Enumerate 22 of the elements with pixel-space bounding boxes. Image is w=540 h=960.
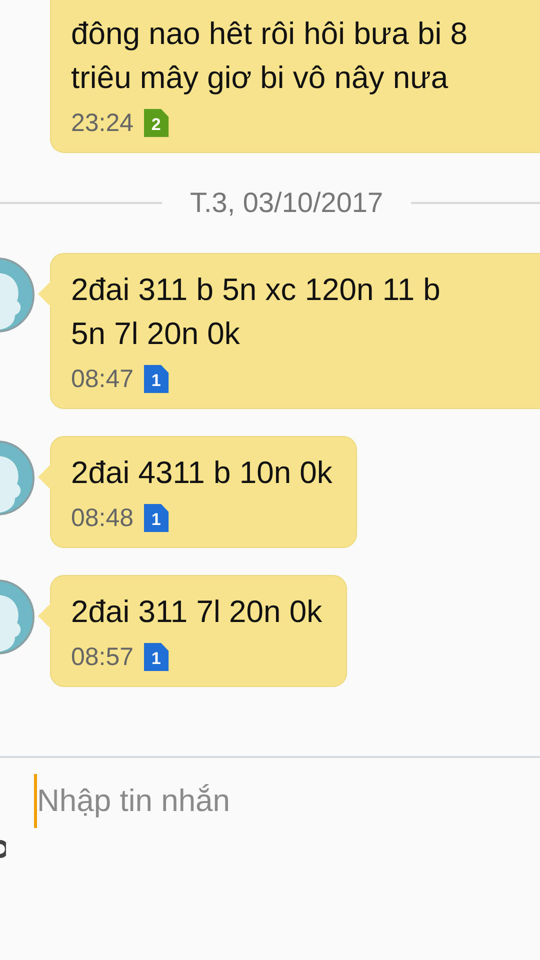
text-cursor	[34, 774, 37, 828]
bubble-tail	[38, 281, 51, 307]
message-bubble[interactable]: 2đai 311 b 5n xc 120n 11 b 5n 7l 20n 0k 08:47 1	[50, 253, 540, 409]
sim-card-icon: 2	[144, 109, 169, 137]
sim-card-icon: 1	[144, 643, 169, 671]
message-bubble[interactable]: 2đai 4311 b 10n 0k 08:48 1	[50, 436, 358, 548]
message-time: 23:24	[71, 108, 134, 138]
message-time: 08:57	[71, 642, 134, 672]
message-bubble[interactable]: đông nao hêt rôi hôi bưa bi 8 triêu mây giơ bi vô nây nưa 23:24 2	[50, 0, 540, 153]
message-text: 2đai 311 b 5n xc 120n 11 b 5n 7l 20n 0k	[71, 271, 442, 353]
message-time: 08:47	[71, 364, 134, 394]
message-time: 08:48	[71, 503, 134, 533]
message-text: đông nao hêt rôi hôi bưa bi 8 triêu mây giơ bi vô nây nưa	[71, 15, 468, 97]
bubble-tail	[38, 464, 51, 490]
message-text: 2đai 311 7l 20n 0k	[71, 593, 322, 631]
message-input[interactable]: Nhập tin nhắn	[37, 774, 437, 828]
bubble-tail	[38, 603, 51, 629]
date-divider: T.3, 03/10/2017	[189, 186, 384, 220]
message-bubble[interactable]: 2đai 311 7l 20n 0k 08:57 1	[50, 575, 348, 687]
sim-card-icon: 1	[144, 365, 169, 393]
sim-card-icon: 1	[144, 504, 169, 532]
message-text: 2đai 4311 b 10n 0k	[71, 454, 332, 492]
